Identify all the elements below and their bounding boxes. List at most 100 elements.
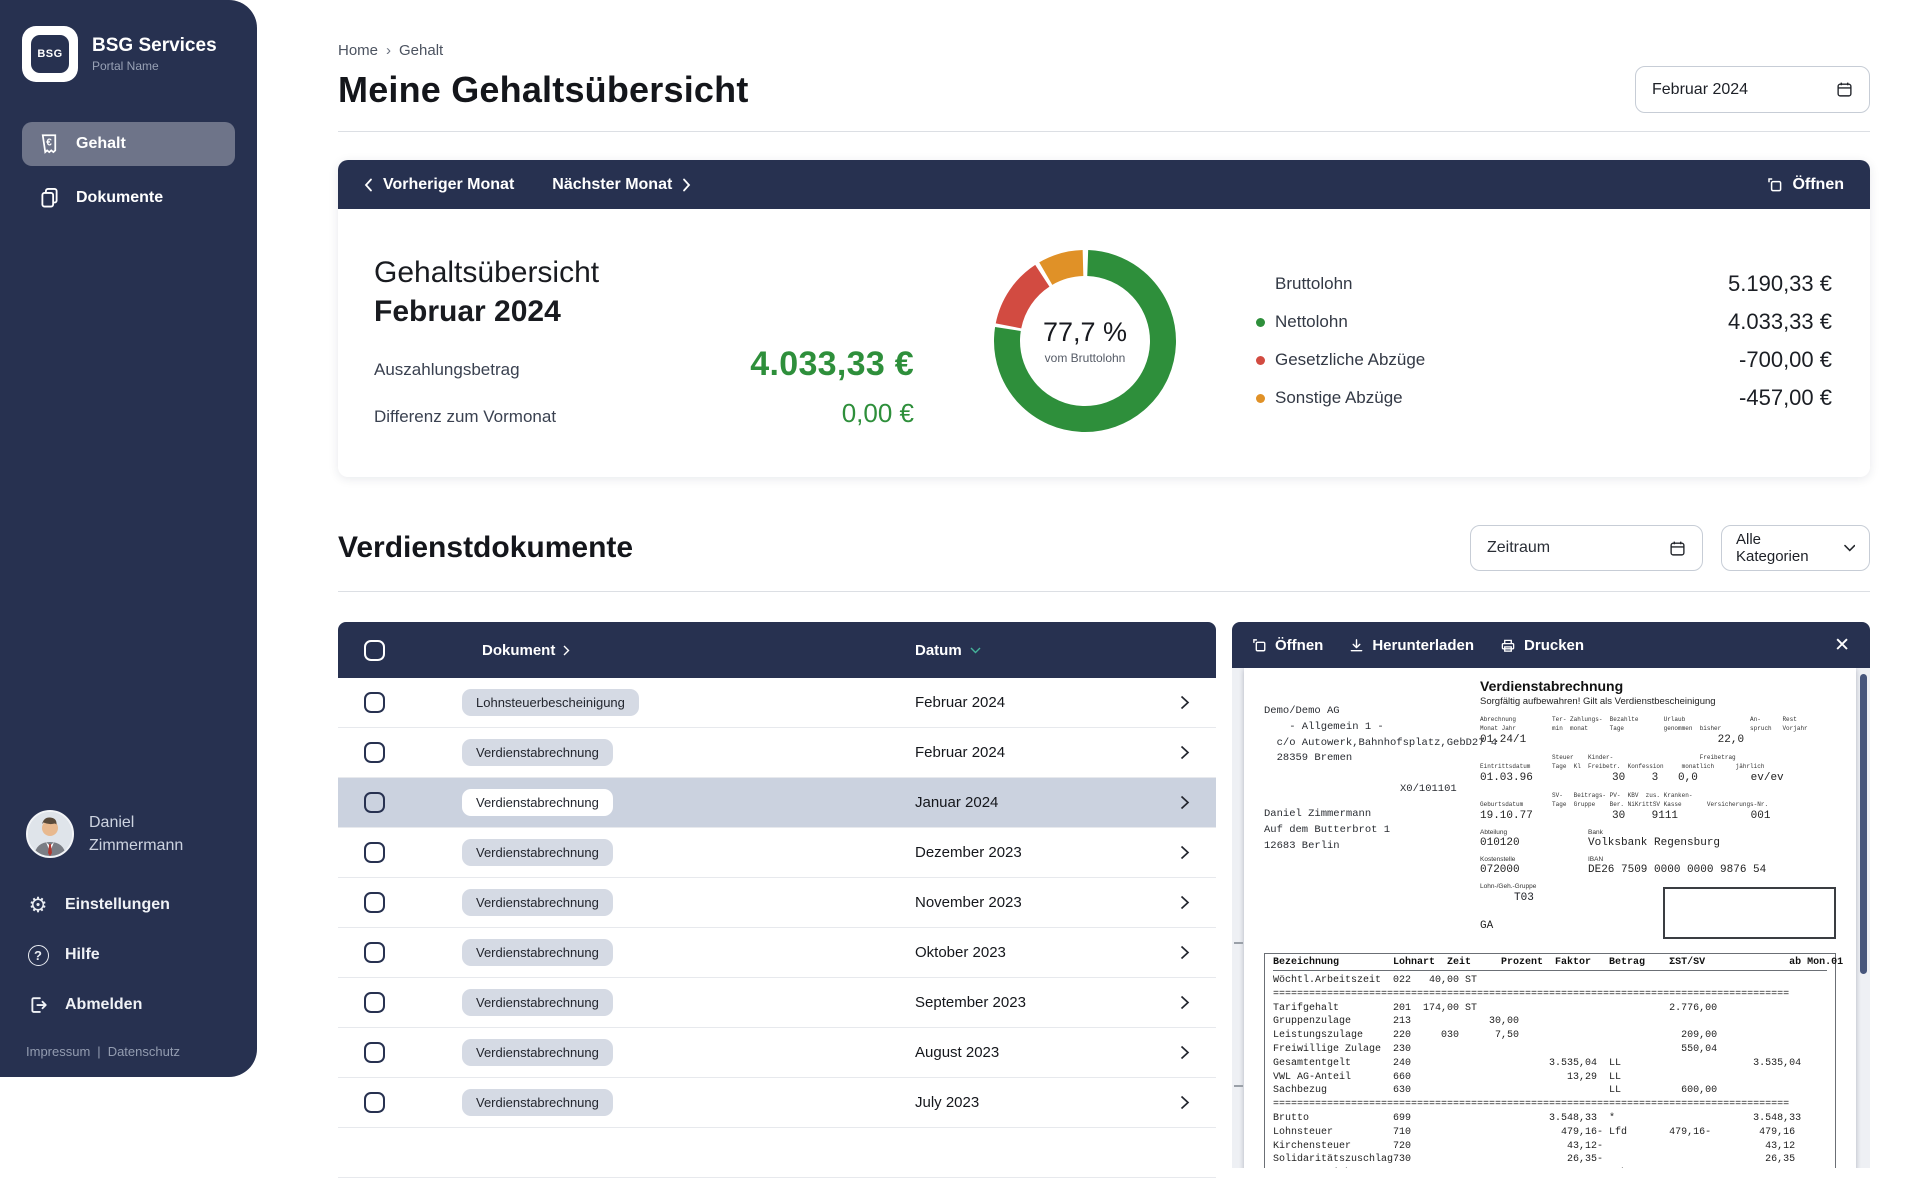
sidebar-item-einstellungen[interactable]: ⚙ Einstellungen — [22, 888, 235, 922]
table-row[interactable]: Verdienstabrechnung Dezember 2023 — [338, 828, 1216, 878]
avatar — [26, 810, 74, 858]
sidebar: BSG BSG Services Portal Name € Gehalt — [0, 0, 257, 1077]
row-checkbox[interactable] — [364, 742, 385, 763]
period-input[interactable]: Zeitraum — [1470, 525, 1703, 571]
sidebar-item-label: Hilfe — [65, 946, 100, 964]
sidebar-item-abmelden[interactable]: Abmelden — [22, 988, 235, 1022]
open-overview-button[interactable]: Öffnen — [1767, 176, 1844, 194]
open-document-button[interactable]: Öffnen — [1252, 637, 1323, 654]
breadcrumb: Home › Gehalt — [338, 42, 1870, 59]
sidebar-item-gehalt[interactable]: € Gehalt — [22, 122, 235, 166]
payslip-cost-iban: Kostenstelle 072000 IBAN DE26 7509 0000 … — [1480, 856, 1836, 876]
calendar-icon — [1836, 81, 1853, 98]
sidebar-item-hilfe[interactable]: ? Hilfe — [22, 938, 235, 972]
row-checkbox[interactable] — [364, 1042, 385, 1063]
table-row[interactable] — [338, 1128, 1216, 1178]
row-checkbox[interactable] — [364, 1092, 385, 1113]
chevron-left-icon — [364, 178, 373, 192]
overview-left-column: Gehaltsübersicht Februar 2024 Auszahlung… — [374, 253, 914, 429]
sidebar-item-label: Dokumente — [76, 189, 163, 207]
row-checkbox[interactable] — [364, 792, 385, 813]
month-picker[interactable]: Februar 2024 — [1635, 66, 1870, 113]
download-label: Herunterladen — [1372, 637, 1474, 654]
table-row[interactable]: Lohnsteuerbescheinigung Februar 2024 — [338, 678, 1216, 728]
donut-chart: 77,7 % vom Bruttolohn — [985, 241, 1185, 441]
payout-label: Auszahlungsbetrag — [374, 360, 520, 380]
table-row[interactable]: Verdienstabrechnung July 2023 — [338, 1078, 1216, 1128]
next-month-button[interactable]: Nächster Monat — [552, 176, 691, 194]
chevron-right-icon[interactable] — [1180, 995, 1190, 1010]
table-row[interactable]: Verdienstabrechnung August 2023 — [338, 1028, 1216, 1078]
prev-month-label: Vorheriger Monat — [383, 176, 514, 194]
doc-type-badge: Verdienstabrechnung — [462, 939, 613, 966]
row-checkbox[interactable] — [364, 892, 385, 913]
breadcrumb-current[interactable]: Gehalt — [399, 42, 443, 59]
bank-value: Volksbank Regensburg — [1588, 837, 1836, 849]
chevron-right-icon[interactable] — [1180, 1095, 1190, 1110]
donut-center-label: vom Bruttolohn — [1045, 351, 1126, 365]
close-icon[interactable]: ✕ — [1834, 636, 1850, 655]
preview-scrollbar[interactable] — [1860, 674, 1867, 974]
donut-center-value: 77,7 % — [1043, 317, 1127, 348]
column-dokument[interactable]: Dokument — [482, 642, 555, 659]
dept-label: Abteilung — [1480, 829, 1588, 836]
chevron-right-icon[interactable] — [1180, 945, 1190, 960]
row-checkbox[interactable] — [364, 692, 385, 713]
doc-type-badge: Verdienstabrechnung — [462, 1039, 613, 1066]
legend-item-gesetzliche-abzuege: Gesetzliche Abzüge -700,00 € — [1256, 347, 1832, 373]
payslip-table-body: Wöchtl.Arbeitszeit 022 40,00 ST ========… — [1273, 974, 1827, 1168]
legend-value: -700,00 € — [1739, 347, 1832, 373]
sidebar-item-dokumente[interactable]: Dokumente — [22, 176, 235, 220]
table-row-selected[interactable]: Verdienstabrechnung Januar 2024 — [338, 778, 1216, 828]
row-checkbox[interactable] — [364, 992, 385, 1013]
doc-date: July 2023 — [841, 1094, 1168, 1111]
info-value: 01.03.96 30 3 0,0 ev/ev — [1480, 772, 1836, 784]
iban-value: DE26 7509 0000 0000 9876 54 — [1588, 864, 1836, 876]
chevron-right-icon[interactable] — [1180, 845, 1190, 860]
employer-address: Demo/Demo AG - Allgemein 1 - c/o Autower… — [1264, 704, 1480, 767]
breadcrumb-home[interactable]: Home — [338, 42, 378, 59]
print-button[interactable]: Drucken — [1500, 637, 1584, 654]
datenschutz-link[interactable]: Datenschutz — [108, 1044, 180, 1059]
preview-toolbar: Öffnen Herunterladen Drucken ✕ — [1232, 622, 1870, 668]
doc-type-badge: Verdienstabrechnung — [462, 739, 613, 766]
sidebar-item-label: Gehalt — [76, 135, 126, 153]
download-icon — [1349, 638, 1364, 653]
payslip-dept-bank: Abteilung 010120 Bank Volksbank Regensbu… — [1480, 829, 1836, 849]
month-picker-value: Februar 2024 — [1652, 81, 1748, 99]
chevron-right-icon — [682, 178, 691, 192]
open-icon — [1767, 177, 1783, 193]
fold-mark — [1234, 1085, 1243, 1087]
chevron-right-icon[interactable] — [1180, 695, 1190, 710]
table-row[interactable]: Verdienstabrechnung November 2023 — [338, 878, 1216, 928]
payout-value: 4.033,33 € — [750, 345, 914, 384]
payslip-table: Bezeichnung Lohnart Zeit Prozent Faktor … — [1264, 953, 1836, 1168]
brand-subtitle: Portal Name — [92, 59, 217, 73]
user-block[interactable]: Daniel Zimmermann — [22, 810, 235, 858]
select-all-checkbox[interactable] — [364, 640, 385, 661]
print-icon — [1500, 638, 1516, 653]
chevron-down-icon — [1844, 544, 1856, 552]
prev-month-button[interactable]: Vorheriger Monat — [364, 176, 514, 194]
sidebar-item-label: Einstellungen — [65, 896, 170, 914]
chevron-right-icon[interactable] — [1180, 895, 1190, 910]
download-button[interactable]: Herunterladen — [1349, 637, 1474, 654]
row-checkbox[interactable] — [364, 942, 385, 963]
chevron-right-icon[interactable] — [1180, 745, 1190, 760]
impressum-link[interactable]: Impressum — [26, 1044, 90, 1059]
table-row[interactable]: Verdienstabrechnung September 2023 — [338, 978, 1216, 1028]
chevron-right-icon[interactable] — [1180, 795, 1190, 810]
table-row[interactable]: Verdienstabrechnung Februar 2024 — [338, 728, 1216, 778]
table-row[interactable]: Verdienstabrechnung Oktober 2023 — [338, 928, 1216, 978]
column-datum[interactable]: Datum — [915, 642, 962, 659]
doc-date: Februar 2024 — [841, 744, 1168, 761]
chevron-right-icon — [563, 645, 570, 656]
documents-table: Dokument Datum Lohnsteuerbescheinigung F… — [338, 622, 1216, 1178]
table-header: Dokument Datum — [338, 622, 1216, 678]
main-content: Home › Gehalt Meine Gehaltsübersicht Feb… — [257, 0, 1912, 1077]
chevron-right-icon[interactable] — [1180, 1045, 1190, 1060]
category-select[interactable]: Alle Kategorien — [1721, 525, 1870, 571]
logout-icon — [26, 993, 50, 1017]
doc-date: November 2023 — [841, 894, 1168, 911]
row-checkbox[interactable] — [364, 842, 385, 863]
